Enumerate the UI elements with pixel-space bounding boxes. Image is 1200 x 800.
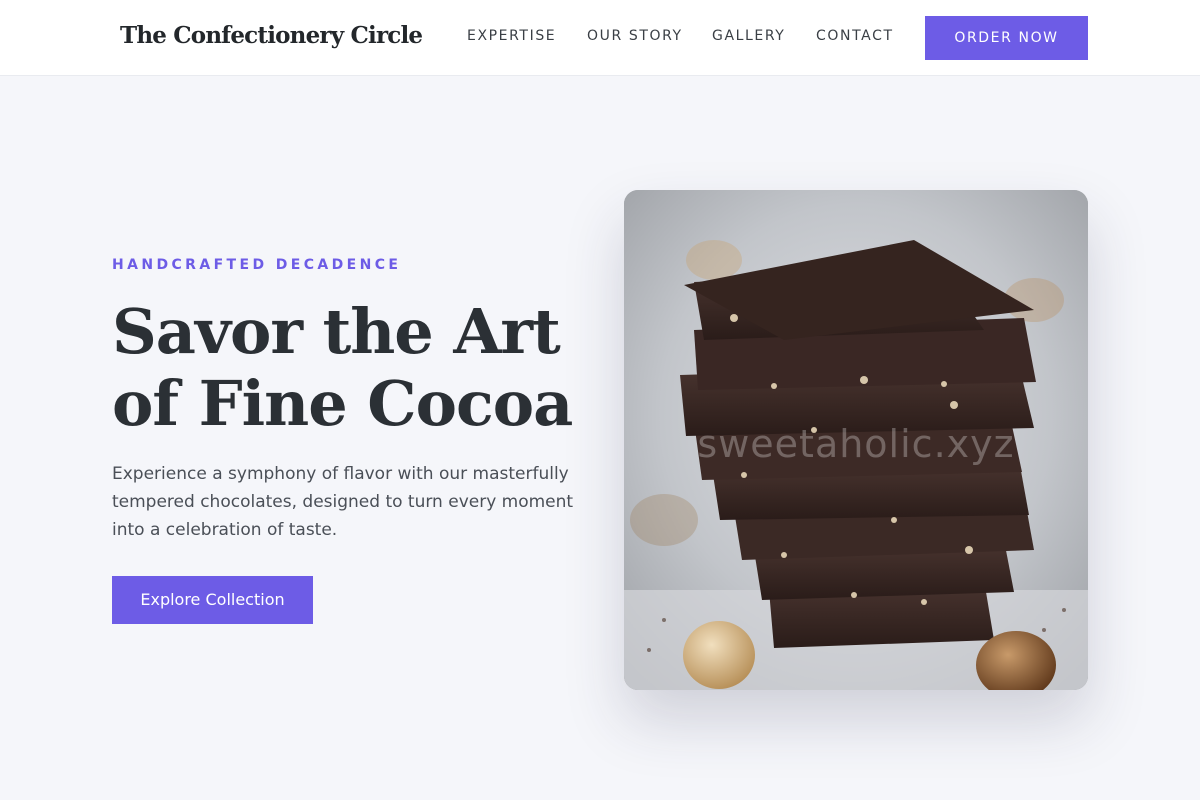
explore-collection-button[interactable]: Explore Collection [112, 576, 313, 624]
hero-eyebrow: HANDCRAFTED DECADENCE [112, 257, 402, 273]
hazelnut-left [683, 621, 755, 689]
hero-headline-line-2: of Fine Cocoa [112, 367, 573, 440]
hero-description: Experience a symphony of flavor with our… [112, 464, 574, 540]
nav-our-story[interactable]: OUR STORY [587, 28, 683, 44]
order-now-button[interactable]: ORDER NOW [925, 16, 1088, 60]
chocolate-stack-photo: sweetaholic.xyz [624, 190, 1088, 690]
nav-contact[interactable]: CONTACT [816, 28, 894, 44]
hero-headline: Savor the Art of Fine Cocoa [112, 296, 612, 440]
site-header: The Confectionery Circle EXPERTISE OUR S… [0, 0, 1200, 76]
nav-gallery[interactable]: GALLERY [712, 28, 785, 44]
image-watermark: sweetaholic.xyz [697, 422, 1015, 466]
brand-logo[interactable]: The Confectionery Circle [120, 22, 423, 49]
nav-expertise[interactable]: EXPERTISE [467, 28, 556, 44]
hero-headline-line-1: Savor the Art [112, 295, 561, 368]
